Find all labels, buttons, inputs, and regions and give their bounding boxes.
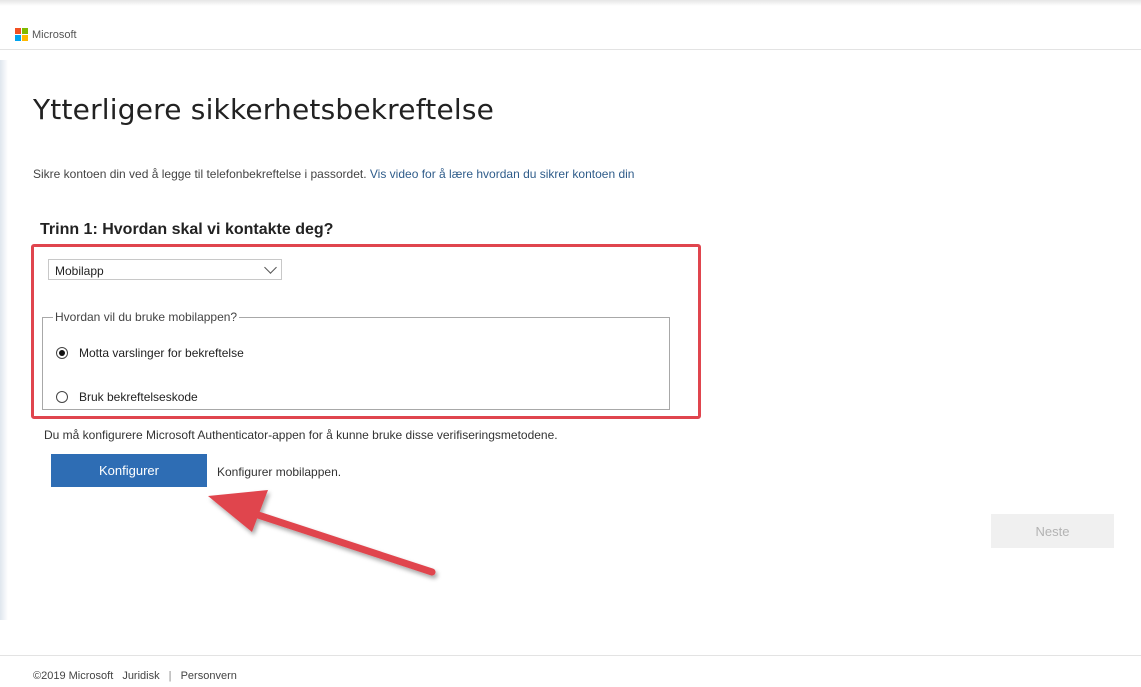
- video-link[interactable]: Vis video for å lære hvordan du sikrer k…: [370, 167, 635, 181]
- page-header: Microsoft: [0, 14, 1141, 50]
- page-title: Ytterligere sikkerhetsbekreftelse: [33, 93, 495, 126]
- step1-heading: Trinn 1: Hvordan skal vi kontakte deg?: [40, 221, 334, 238]
- copyright: ©2019 Microsoft: [33, 670, 114, 682]
- contact-method-select[interactable]: Mobilapp: [48, 259, 282, 280]
- intro-paragraph: Sikre kontoen din ved å legge til telefo…: [33, 167, 634, 181]
- mobile-app-options: Hvordan vil du bruke mobilappen? Motta v…: [42, 310, 670, 410]
- fieldset-legend: Hvordan vil du bruke mobilappen?: [55, 310, 238, 324]
- authenticator-notice: Du må konfigurere Microsoft Authenticato…: [44, 428, 558, 442]
- microsoft-grid-icon: [15, 28, 28, 41]
- top-edge: [0, 0, 1141, 6]
- footer-separator: |: [168, 670, 172, 682]
- radio-code[interactable]: [56, 391, 68, 403]
- privacy-link[interactable]: Personvern: [181, 670, 237, 682]
- option-label: Motta varslinger for bekreftelse: [79, 346, 244, 360]
- configure-note: Konfigurer mobilappen.: [217, 465, 342, 479]
- chevron-down-icon: [264, 261, 277, 274]
- footer-links: ©2019 Microsoft Juridisk | Personvern: [33, 670, 243, 682]
- option-notifications[interactable]: Motta varslinger for bekreftelse: [56, 346, 244, 360]
- legal-link[interactable]: Juridisk: [122, 670, 159, 682]
- option-label: Bruk bekreftelseskode: [79, 390, 198, 404]
- configure-button[interactable]: Konfigurer: [51, 454, 207, 487]
- page-footer: ©2019 Microsoft Juridisk | Personvern: [0, 655, 1141, 687]
- intro-text: Sikre kontoen din ved å legge til telefo…: [33, 167, 367, 181]
- select-value: Mobilapp: [55, 264, 104, 278]
- option-code[interactable]: Bruk bekreftelseskode: [56, 390, 198, 404]
- background-strip: [0, 60, 8, 620]
- microsoft-logo: Microsoft: [15, 28, 77, 41]
- next-button[interactable]: Neste: [991, 514, 1114, 548]
- radio-notifications[interactable]: [56, 347, 68, 359]
- brand-name: Microsoft: [32, 28, 77, 41]
